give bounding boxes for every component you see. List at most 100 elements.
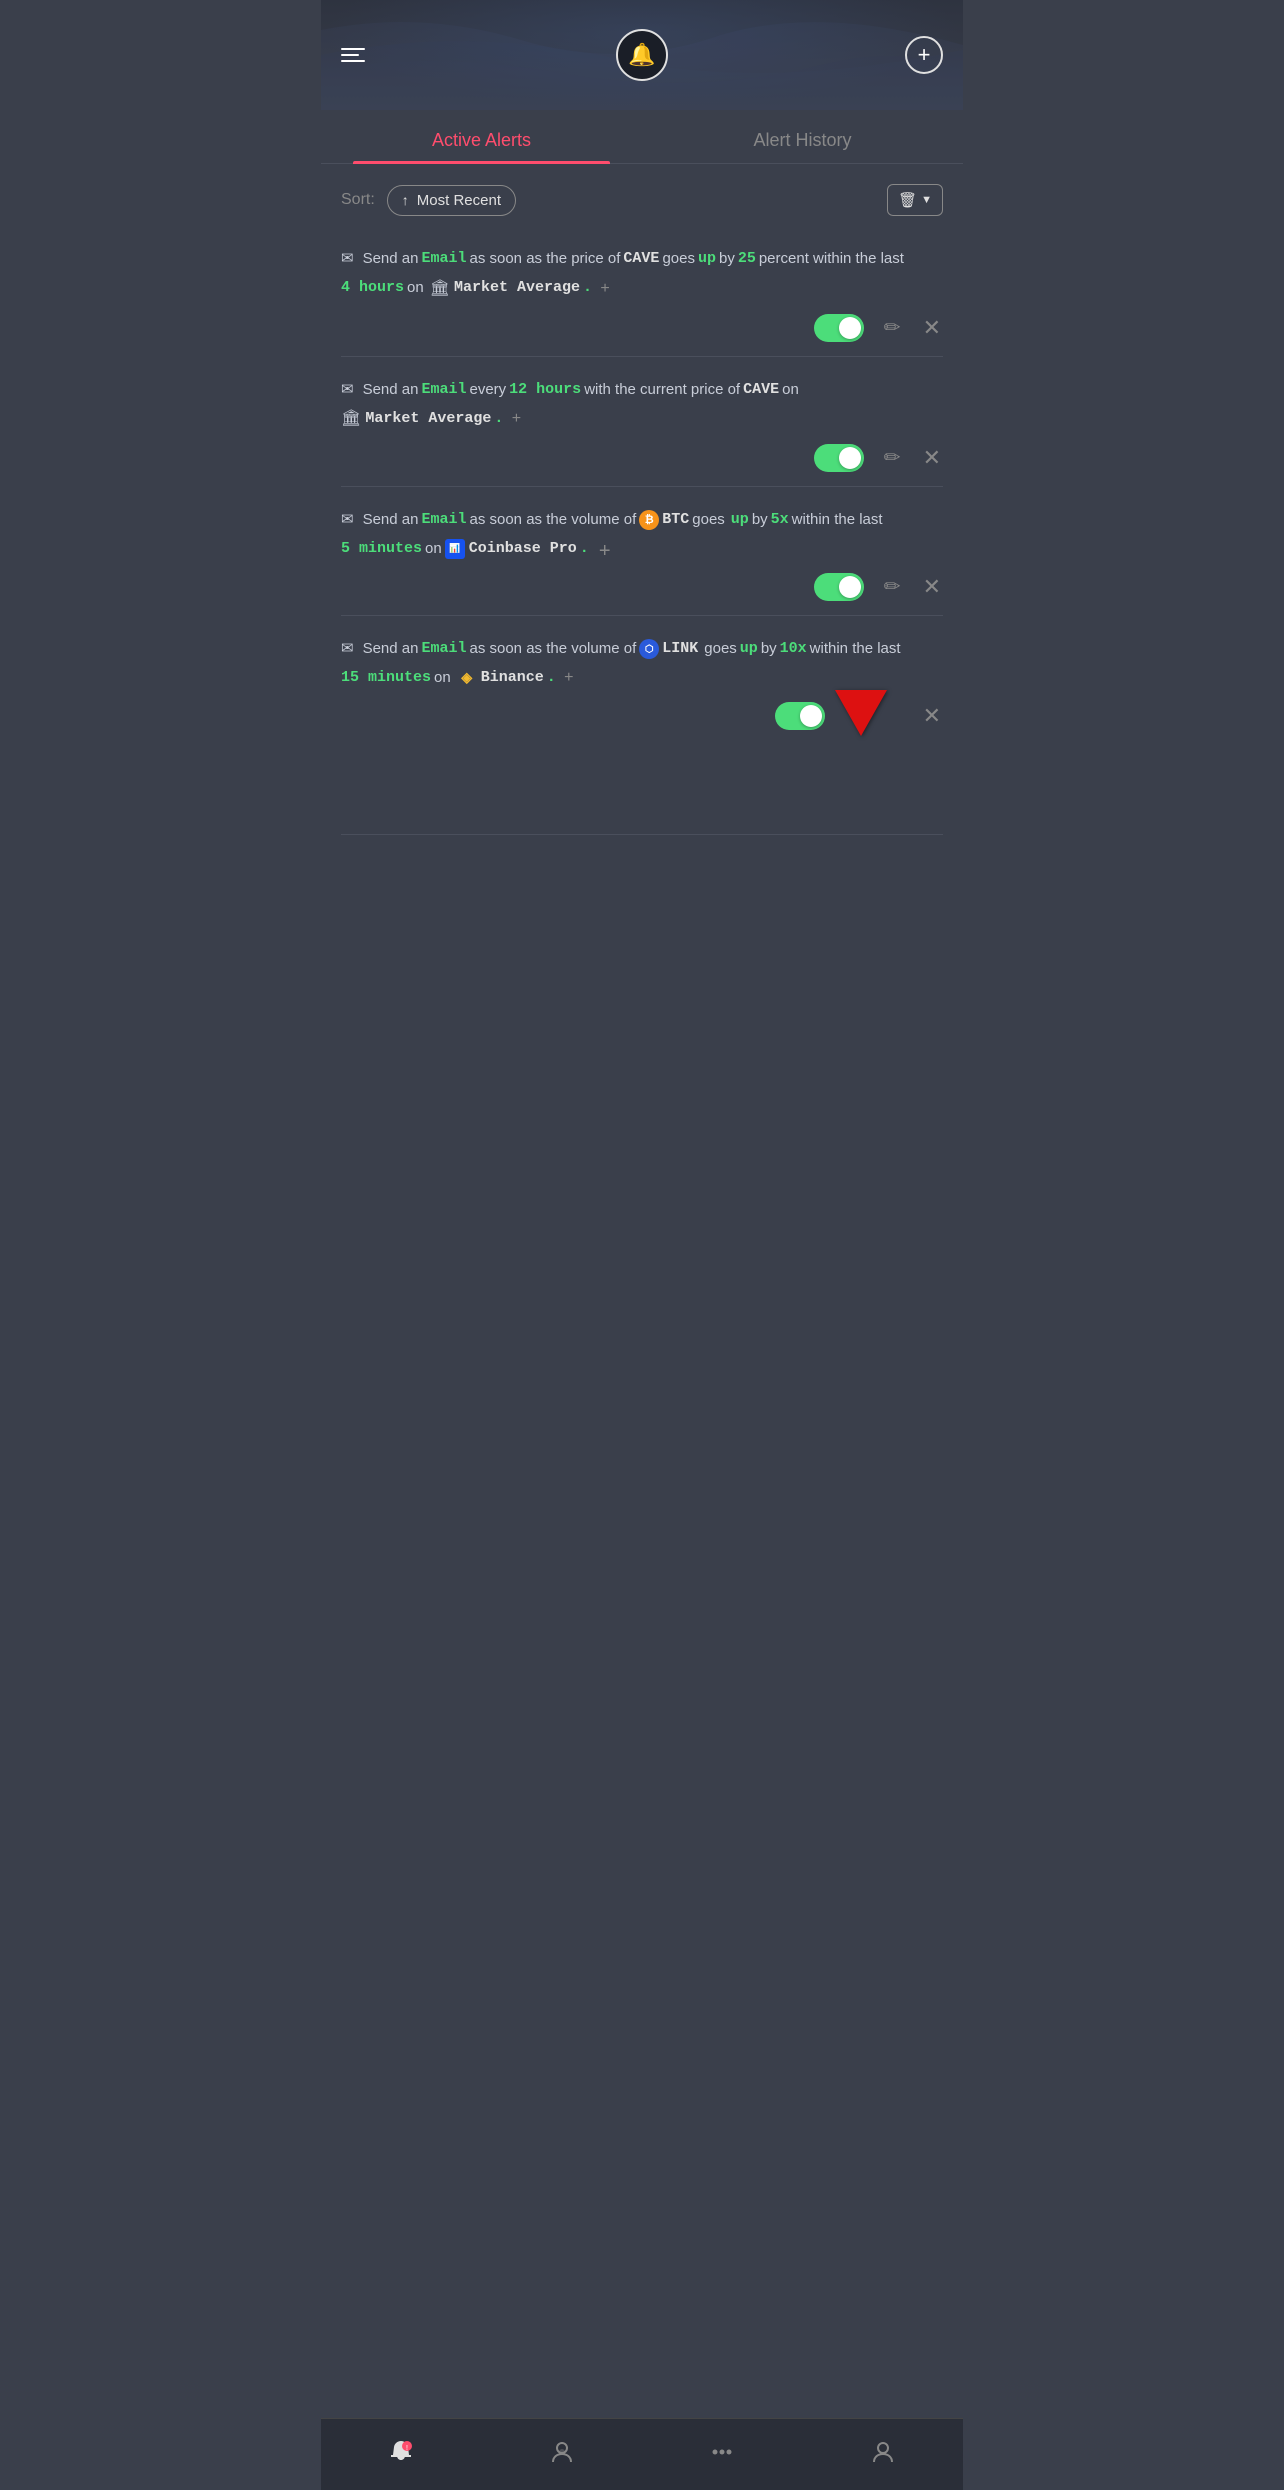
market-icon: 🏛 xyxy=(430,275,450,302)
exchange-info: 📊 Coinbase Pro xyxy=(445,536,577,562)
exchange-name: Market Average xyxy=(365,406,491,432)
alert-toggle[interactable] xyxy=(814,444,864,472)
toggle-track xyxy=(814,314,864,342)
add-exchange-button[interactable]: + xyxy=(595,278,615,298)
email-envelope-icon: ✉ xyxy=(341,636,354,662)
exchange-info: ◈ Binance xyxy=(457,665,544,691)
bell-logo-icon: 🔔 xyxy=(616,29,668,81)
link-coin-icon: ⬡ xyxy=(639,639,659,659)
alert-toggle[interactable] xyxy=(814,314,864,342)
app-logo: 🔔 xyxy=(616,29,668,81)
alert-controls: ✕ xyxy=(341,690,943,734)
delete-alert-button[interactable]: ✕ xyxy=(921,703,943,729)
alert-toggle[interactable] xyxy=(775,702,825,730)
sort-bar: Sort: ↑ Most Recent 🗑 ▼ xyxy=(321,164,963,226)
tab-bar: Active Alerts Alert History xyxy=(321,114,963,164)
tab-alert-history[interactable]: Alert History xyxy=(642,114,963,163)
alert-amount: 5x xyxy=(771,507,789,533)
delete-chevron: ▼ xyxy=(921,194,932,206)
alert-text: ✉ Send an Email as soon as the volume of… xyxy=(341,636,943,690)
email-envelope-icon: ✉ xyxy=(341,507,354,533)
portfolio-nav-icon xyxy=(548,2438,576,2471)
alert-action: Email xyxy=(421,377,466,403)
alert-timeframe: 12 hours xyxy=(509,377,581,403)
profile-nav-icon xyxy=(869,2438,897,2471)
alert-item: ✉ Send an Email every 12 hours with the … xyxy=(341,357,943,488)
coinbase-icon: 📊 xyxy=(445,539,465,559)
alert-text: ✉ Send an Email as soon as the volume of… xyxy=(341,507,943,561)
alert-coin: BTC xyxy=(662,507,689,533)
trash-icon: 🗑 xyxy=(898,191,917,209)
exchange-info: 🏛 Market Average xyxy=(341,405,491,432)
more-nav-icon xyxy=(708,2438,736,2471)
toggle-track xyxy=(814,444,864,472)
add-exchange-button[interactable]: + xyxy=(506,409,526,429)
alert-item: ✉ Send an Email as soon as the price of … xyxy=(341,226,943,357)
add-exchange-button[interactable]: + xyxy=(559,668,579,688)
add-alert-button[interactable]: + xyxy=(905,36,943,74)
nav-item-more[interactable] xyxy=(642,2438,803,2471)
alert-controls: ✏ ✕ xyxy=(341,561,943,605)
delete-alert-button[interactable]: ✕ xyxy=(921,445,943,471)
app-header: 🔔 + xyxy=(321,0,963,110)
alert-action: Email xyxy=(421,636,466,662)
delete-alert-button[interactable]: ✕ xyxy=(921,315,943,341)
svg-text:!: ! xyxy=(406,2445,408,2452)
alert-direction: up xyxy=(740,636,758,662)
exchange-name: Market Average xyxy=(454,275,580,301)
alert-timeframe: 4 hours xyxy=(341,275,404,301)
add-exchange-button[interactable]: + xyxy=(595,541,615,561)
bottom-navigation: ! xyxy=(321,2418,963,2490)
delete-alert-button[interactable]: ✕ xyxy=(921,574,943,600)
toggle-thumb xyxy=(839,576,861,598)
toggle-thumb xyxy=(800,705,822,727)
alert-text: ✉ Send an Email every 12 hours with the … xyxy=(341,377,943,433)
binance-icon: ◈ xyxy=(457,668,477,688)
sort-label: Sort: xyxy=(341,191,375,209)
email-envelope-icon: ✉ xyxy=(341,377,354,403)
alert-timeframe: 5 minutes xyxy=(341,536,422,562)
alert-coin: CAVE xyxy=(623,246,659,272)
nav-item-portfolio[interactable] xyxy=(482,2438,643,2471)
toggle-track xyxy=(814,573,864,601)
delete-button[interactable]: 🗑 ▼ xyxy=(887,184,943,216)
alert-direction: up xyxy=(731,507,749,533)
nav-item-profile[interactable] xyxy=(803,2438,964,2471)
nav-item-alerts[interactable]: ! xyxy=(321,2438,482,2471)
tab-active-alerts[interactable]: Active Alerts xyxy=(321,114,642,163)
alert-timeframe: 15 minutes xyxy=(341,665,431,691)
email-envelope-icon: ✉ xyxy=(341,246,354,272)
hamburger-icon[interactable] xyxy=(341,48,365,62)
toggle-thumb xyxy=(839,317,861,339)
menu-button[interactable] xyxy=(341,48,365,62)
alert-amount: 25 xyxy=(738,246,756,272)
toggle-thumb xyxy=(839,447,861,469)
alert-text: ✉ Send an Email as soon as the price of … xyxy=(341,246,943,302)
edit-alert-button[interactable]: ✏ xyxy=(882,446,903,470)
alert-item: ✉ Send an Email as soon as the volume of… xyxy=(341,616,943,835)
alerts-list: ✉ Send an Email as soon as the price of … xyxy=(321,226,963,835)
sort-arrow-icon: ↑ xyxy=(402,192,409,208)
edit-alert-button[interactable]: ✏ xyxy=(882,575,903,599)
alert-amount: 10x xyxy=(780,636,807,662)
add-icon[interactable]: + xyxy=(905,36,943,74)
sort-current-value: Most Recent xyxy=(417,192,501,209)
exchange-info: 🏛 Market Average xyxy=(430,275,580,302)
bell-icon: 🔔 xyxy=(628,42,655,68)
alert-controls: ✏ ✕ xyxy=(341,302,943,346)
toggle-track xyxy=(775,702,825,730)
alert-toggle[interactable] xyxy=(814,573,864,601)
alerts-nav-icon: ! xyxy=(387,2438,415,2471)
exchange-name: Coinbase Pro xyxy=(469,536,577,562)
edit-alert-button[interactable]: ✏ xyxy=(882,316,903,340)
alert-coin: CAVE xyxy=(743,377,779,403)
btc-coin-icon: ₿ xyxy=(639,510,659,530)
alert-direction: up xyxy=(698,246,716,272)
alert-item: ✉ Send an Email as soon as the volume of… xyxy=(341,487,943,616)
alert-action: Email xyxy=(421,246,466,272)
exchange-name: Binance xyxy=(481,665,544,691)
market-icon: 🏛 xyxy=(341,405,361,432)
alert-controls: ✏ ✕ xyxy=(341,432,943,476)
alert-coin: LINK xyxy=(662,636,698,662)
sort-dropdown[interactable]: ↑ Most Recent xyxy=(387,185,516,216)
